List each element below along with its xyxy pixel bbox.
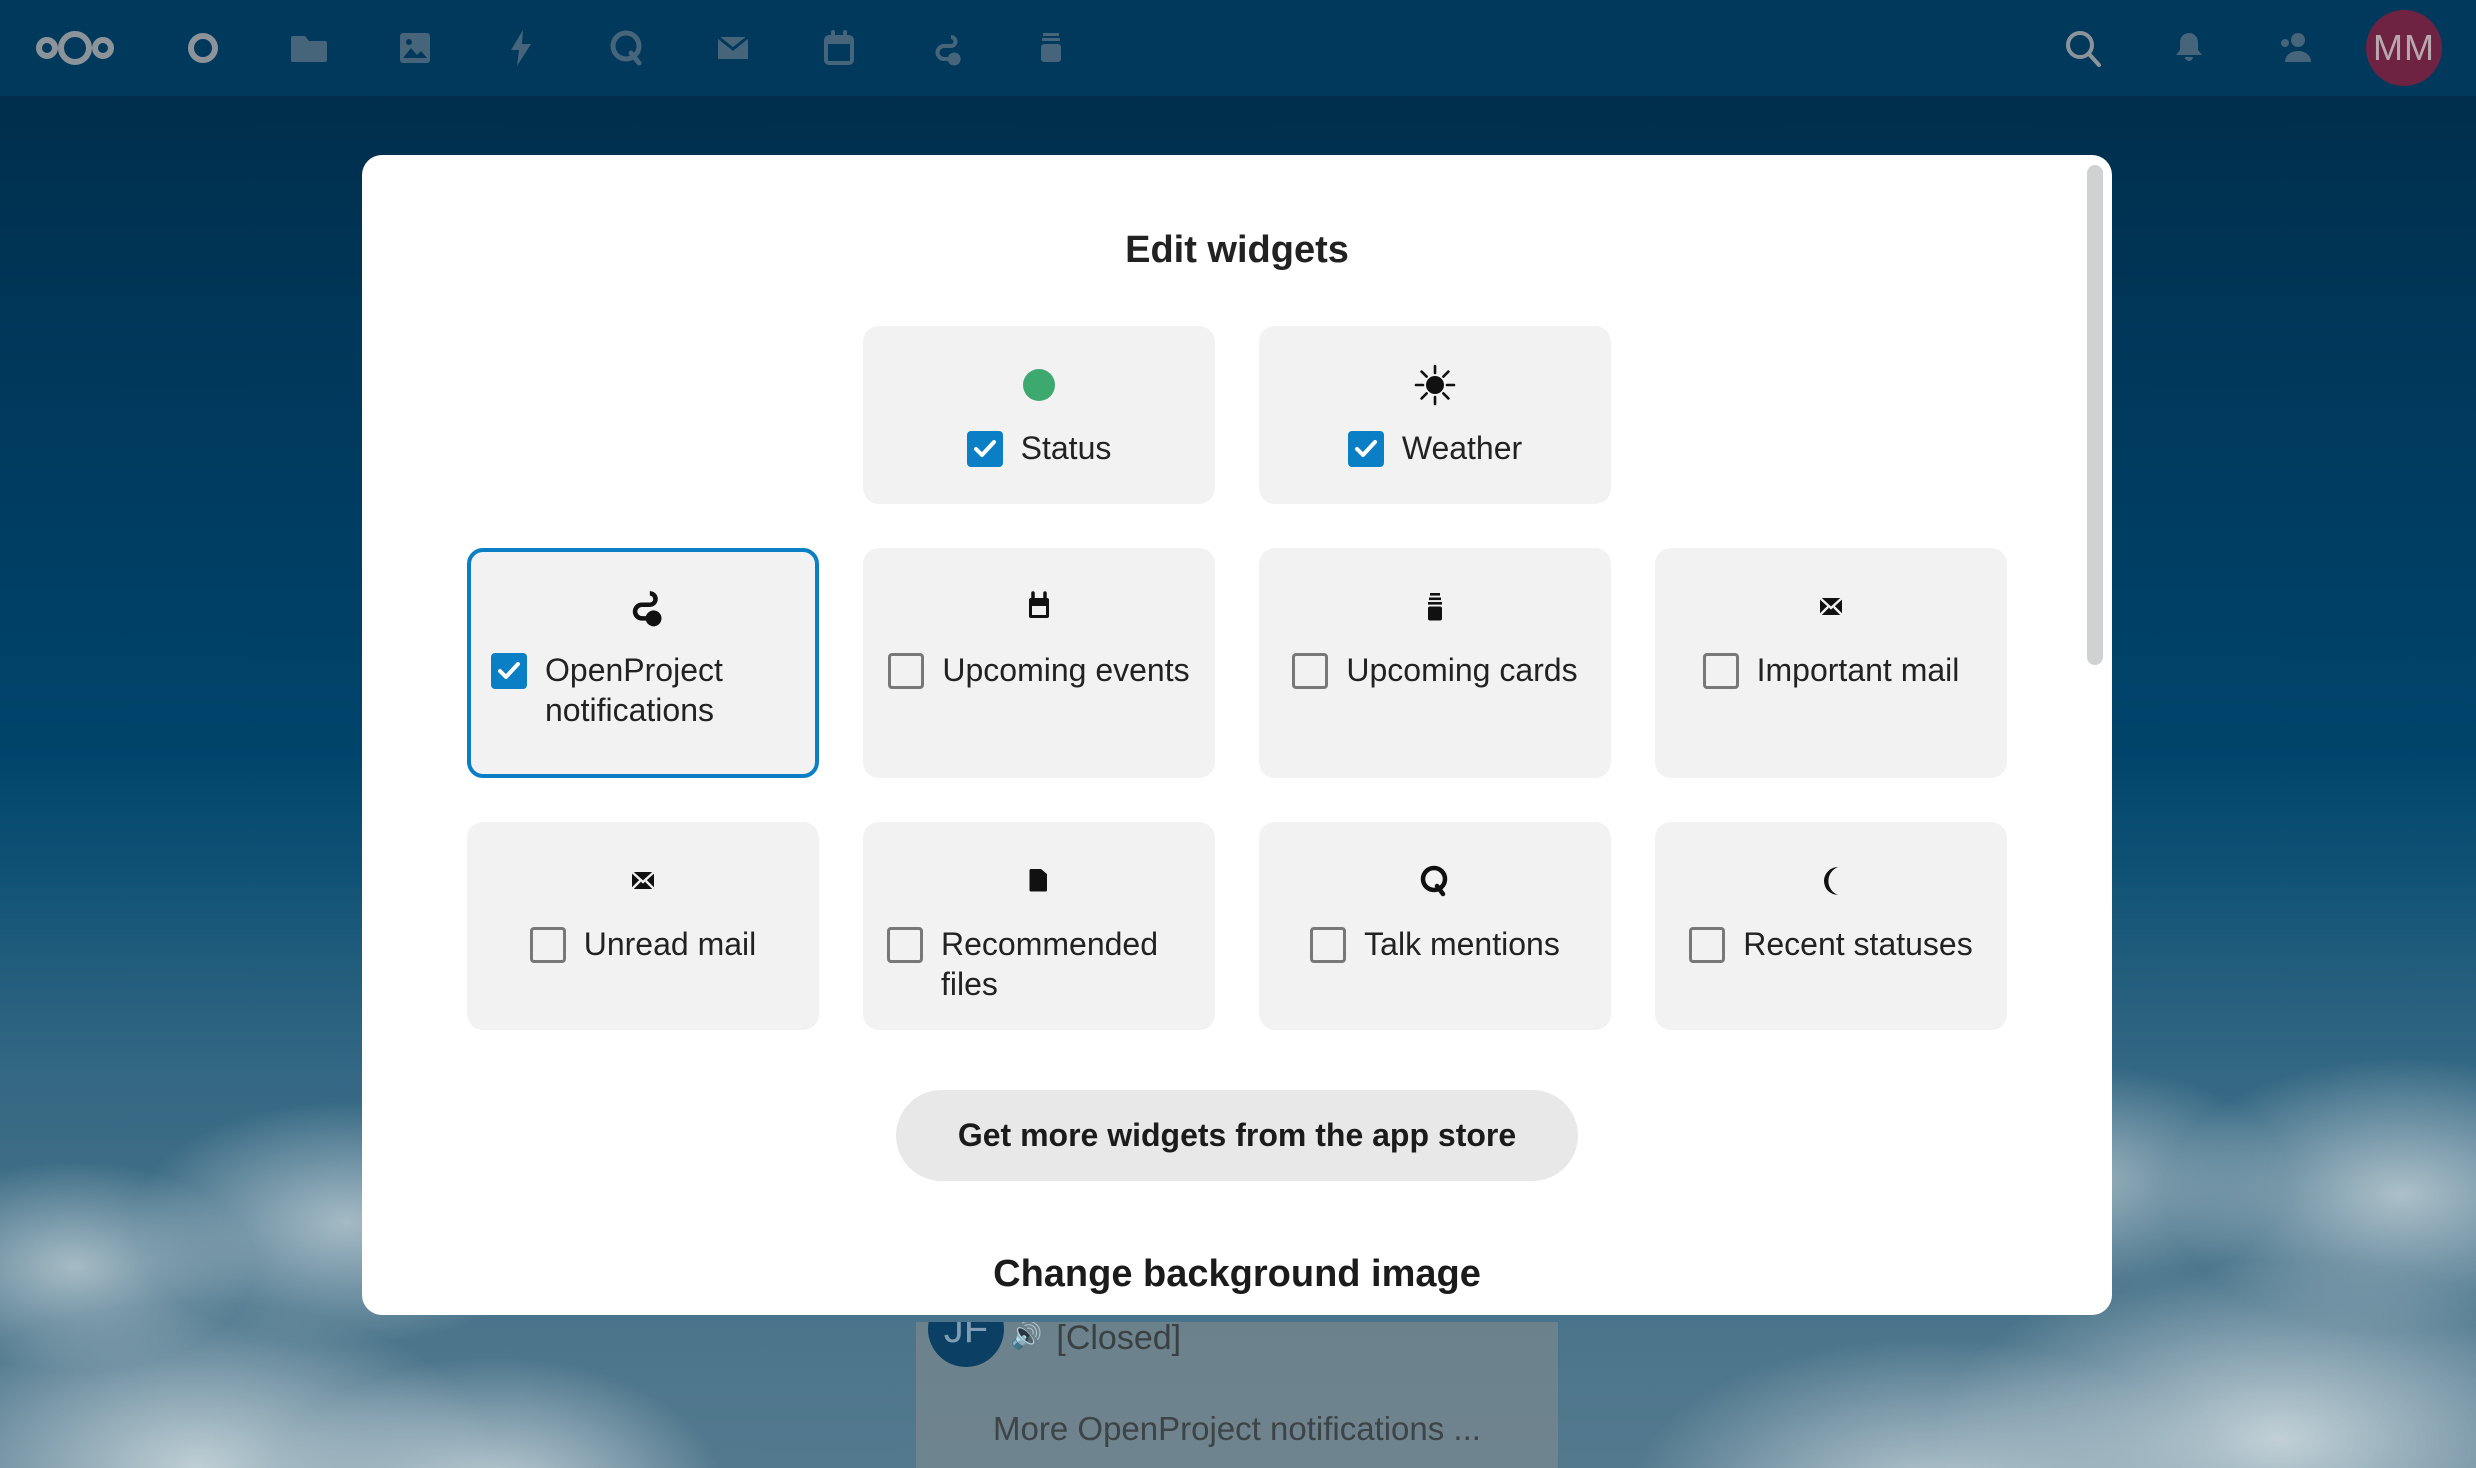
widget-label: Upcoming events [942, 652, 1190, 688]
edit-widgets-modal: Edit widgets Status Weather OpenProject … [362, 155, 2112, 1315]
checkbox-important-mail[interactable] [1702, 653, 1739, 689]
avatar[interactable]: MM [2366, 10, 2442, 86]
widget-label-row: OpenProject notifications [491, 650, 795, 730]
widget-card-recommended-files[interactable]: Recommended files [863, 822, 1215, 1030]
widget-label-row: Recommended files [887, 924, 1191, 1004]
widget-label-row: Weather [1347, 428, 1523, 468]
talk-icon [1412, 852, 1458, 910]
widget-label: Recent statuses [1743, 926, 1973, 962]
muted-icon: 🔊 [1010, 1322, 1043, 1350]
widget-card-upcoming-events[interactable]: Upcoming events [863, 548, 1215, 778]
nav-item-deck[interactable] [998, 0, 1104, 96]
checkbox-unread-mail[interactable] [529, 927, 566, 963]
widget-label: Upcoming cards [1346, 652, 1578, 688]
nav-item-files[interactable] [256, 0, 362, 96]
checkbox-talk-mentions[interactable] [1310, 927, 1347, 963]
nav-item-talk[interactable] [574, 0, 680, 96]
checkbox-upcoming-events[interactable] [888, 653, 925, 689]
widget-label-row: Recent statuses [1689, 924, 1973, 964]
widget-label: Unread mail [583, 926, 757, 962]
more-notifications-link[interactable]: More OpenProject notifications ... [916, 1374, 1558, 1448]
nav-item-calendar[interactable] [786, 0, 892, 96]
widget-card-upcoming-cards[interactable]: Upcoming cards [1259, 548, 1611, 778]
moon-icon [1809, 852, 1853, 910]
background-openproject-widget[interactable]: JF 🔊 [Closed] More OpenProject notificat… [916, 1322, 1558, 1468]
calendar-icon [1017, 578, 1061, 636]
deck-icon [1413, 578, 1457, 636]
checkbox-recommended-files[interactable] [887, 927, 923, 963]
nav-item-mail[interactable] [680, 0, 786, 96]
page-title: Edit widgets [1125, 229, 1349, 271]
change-background-image-heading: Change background image [993, 1253, 1481, 1295]
widget-card-openproject-notifications[interactable]: OpenProject notifications [467, 548, 819, 778]
widget-card-weather[interactable]: Weather [1259, 326, 1611, 504]
mail-icon [1809, 578, 1853, 636]
widget-card-status[interactable]: Status [863, 326, 1215, 504]
mail-icon [621, 852, 665, 910]
widget-label-row: Talk mentions [1310, 924, 1560, 964]
checkbox-weather[interactable] [1347, 431, 1384, 467]
widget-label-row: Status [966, 428, 1112, 468]
widget-label-row: Important mail [1702, 650, 1960, 690]
widget-label-row: Unread mail [529, 924, 757, 964]
widget-label: Important mail [1756, 652, 1960, 688]
contacts-icon[interactable] [2242, 0, 2348, 96]
widget-label: Recommended files [941, 926, 1158, 1002]
modal-scroll-area: Edit widgets Status Weather OpenProject … [362, 155, 2112, 1315]
nextcloud-logo-icon[interactable] [0, 0, 150, 96]
nav-item-openproject[interactable] [892, 0, 998, 96]
scrollbar-thumb[interactable] [2087, 165, 2103, 665]
widget-row: Unread mail Recommended files Talk menti… [447, 822, 2027, 1030]
checkbox-upcoming-cards[interactable] [1292, 653, 1329, 689]
widget-label-row: Upcoming cards [1292, 650, 1578, 690]
avatar: JF [928, 1322, 1004, 1367]
checkbox-status[interactable] [966, 431, 1003, 467]
widget-row: OpenProject notifications Upcoming event… [447, 548, 2027, 778]
widget-row: Status Weather [447, 326, 2027, 504]
widget-label: Talk mentions [1364, 926, 1560, 962]
nav-item-activity[interactable] [468, 0, 574, 96]
desktop: JF 🔊 [Closed] More OpenProject notificat… [0, 0, 2476, 1468]
green-dot-icon [1018, 356, 1060, 414]
widget-label: Weather [1401, 430, 1523, 466]
checkbox-openproject-notifications[interactable] [491, 653, 527, 689]
widget-card-talk-mentions[interactable]: Talk mentions [1259, 822, 1611, 1030]
widget-card-recent-statuses[interactable]: Recent statuses [1655, 822, 2007, 1030]
folder-icon [1017, 852, 1061, 910]
widget-card-important-mail[interactable]: Important mail [1655, 548, 2007, 778]
nav-item-dashboard[interactable] [150, 0, 256, 96]
widget-label: Status [1020, 430, 1112, 466]
nav-right-group: MM [2030, 0, 2476, 96]
get-more-widgets-button[interactable]: Get more widgets from the app store [895, 1090, 1579, 1181]
widget-card-unread-mail[interactable]: Unread mail [467, 822, 819, 1030]
checkbox-recent-statuses[interactable] [1689, 927, 1726, 963]
top-navigation-bar: MM [0, 0, 2476, 96]
widget-label-row: Upcoming events [888, 650, 1190, 690]
openproject-icon [618, 578, 668, 636]
app-store-button-wrap: Get more widgets from the app store [406, 1090, 2068, 1181]
widget-label: OpenProject notifications [545, 652, 723, 728]
search-icon[interactable] [2030, 0, 2136, 96]
modal-scrollbar[interactable] [2087, 165, 2103, 1305]
nav-item-photos[interactable] [362, 0, 468, 96]
bell-icon[interactable] [2136, 0, 2242, 96]
sun-icon [1412, 356, 1458, 414]
nav-left-group [0, 0, 1104, 96]
status-badge: [Closed] [1056, 1322, 1182, 1357]
background-widget-row: JF 🔊 [Closed] [916, 1322, 1558, 1374]
widget-grid: Status Weather OpenProject notifications… [447, 326, 2027, 1030]
